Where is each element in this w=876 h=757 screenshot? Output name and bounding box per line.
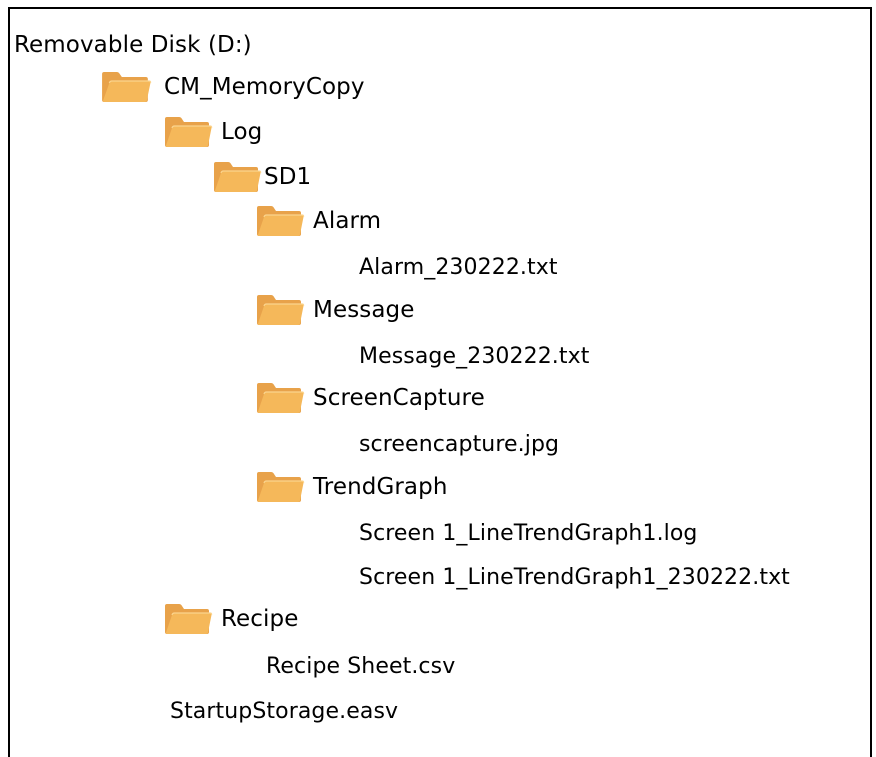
file-startupstorage-easv[interactable]: StartupStorage.easv	[170, 694, 398, 728]
folder-recipe[interactable]: Recipe	[163, 602, 298, 636]
folder-log[interactable]: Log	[163, 115, 262, 149]
file-label: Recipe Sheet.csv	[266, 653, 456, 679]
file-recipe-csv[interactable]: Recipe Sheet.csv	[266, 649, 455, 683]
folder-label: SD1	[264, 164, 312, 190]
file-label: Alarm_230222.txt	[359, 254, 558, 280]
folder-icon	[212, 160, 262, 194]
file-label: Screen 1_LineTrendGraph1_230222.txt	[359, 564, 790, 590]
folder-label: CM_MemoryCopy	[164, 74, 365, 100]
folder-icon	[163, 602, 213, 636]
folder-cm-memorycopy[interactable]: CM_MemoryCopy	[100, 70, 365, 104]
folder-message[interactable]: Message	[255, 293, 415, 327]
drive-label: Removable Disk (D:)	[14, 32, 252, 58]
folder-label: Log	[221, 119, 263, 145]
folder-label: TrendGraph	[313, 474, 448, 500]
folder-sd1[interactable]: SD1	[212, 160, 311, 194]
file-alarm-txt[interactable]: Alarm_230222.txt	[359, 250, 558, 284]
folder-icon	[100, 70, 152, 104]
file-message-txt[interactable]: Message_230222.txt	[359, 339, 589, 373]
folder-label: Alarm	[313, 208, 382, 234]
folder-icon	[255, 470, 305, 504]
folder-trendgraph[interactable]: TrendGraph	[255, 470, 448, 504]
file-trendgraph-log[interactable]: Screen 1_LineTrendGraph1.log	[359, 516, 698, 550]
folder-icon	[255, 293, 305, 327]
folder-icon	[163, 115, 213, 149]
file-label: Message_230222.txt	[359, 343, 590, 369]
file-label: screencapture.jpg	[359, 431, 560, 457]
file-label: Screen 1_LineTrendGraph1.log	[359, 520, 698, 546]
folder-icon	[255, 204, 305, 238]
tree-root-drive[interactable]: Removable Disk (D:)	[14, 28, 252, 62]
folder-label: Recipe	[221, 606, 299, 632]
folder-icon	[255, 381, 305, 415]
file-trendgraph-txt[interactable]: Screen 1_LineTrendGraph1_230222.txt	[359, 560, 790, 594]
file-label: StartupStorage.easv	[170, 698, 399, 724]
folder-label: Message	[313, 297, 415, 323]
file-screencapture-jpg[interactable]: screencapture.jpg	[359, 427, 559, 461]
folder-screencapture[interactable]: ScreenCapture	[255, 381, 485, 415]
folder-alarm[interactable]: Alarm	[255, 204, 381, 238]
folder-label: ScreenCapture	[313, 385, 485, 411]
